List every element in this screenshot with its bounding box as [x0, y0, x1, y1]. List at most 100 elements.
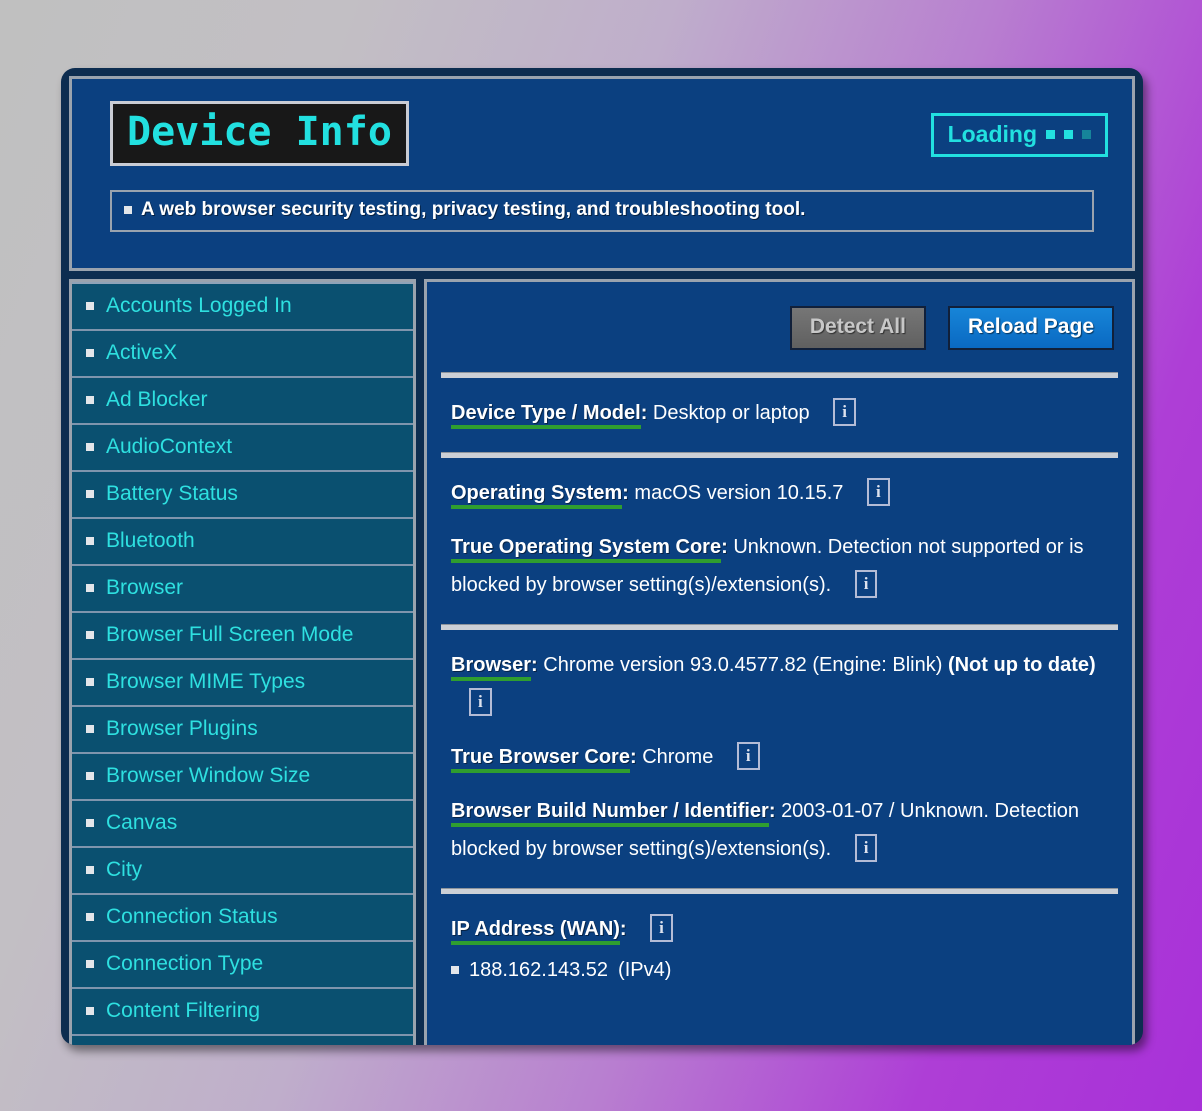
- loading-dot-2: [1064, 130, 1073, 139]
- sidebar-item-label: Bluetooth: [106, 529, 195, 553]
- sidebar-item-label: Browser: [106, 576, 183, 600]
- field-row-true-operating-system-core: True Operating System Core: Unknown. Det…: [451, 528, 1114, 604]
- header-panel: Device Info Loading A web browser securi…: [69, 76, 1135, 271]
- sidebar-item-label: Browser Window Size: [106, 764, 310, 788]
- ip-address-value: 188.162.143.52: [469, 958, 608, 982]
- field-value: Chrome: [642, 746, 713, 768]
- field-label: Browser Build Number / Identifier: [451, 800, 769, 827]
- tagline-text: A web browser security testing, privacy …: [141, 199, 805, 221]
- sidebar-item-connection-type[interactable]: Connection Type: [72, 940, 413, 987]
- ip-address-version: (IPv4): [618, 958, 671, 982]
- info-icon[interactable]: i: [737, 742, 760, 770]
- field-label: Browser: [451, 654, 531, 681]
- sidebar-item-audiocontext[interactable]: AudioContext: [72, 423, 413, 470]
- square-bullet-icon: [86, 725, 94, 733]
- sidebar-item-label: Browser Plugins: [106, 717, 258, 741]
- square-bullet-icon: [86, 584, 94, 592]
- field-row-browser-build-number: Browser Build Number / Identifier: 2003-…: [451, 792, 1114, 868]
- detect-all-button[interactable]: Detect All: [790, 306, 926, 350]
- device-section: Device Type / Model: Desktop or laptop i: [441, 378, 1118, 452]
- sidebar-item-label: Ad Blocker: [106, 388, 208, 412]
- sidebar-item-label: Content Filtering: [106, 999, 260, 1023]
- field-colon: :: [622, 482, 629, 504]
- square-bullet-icon: [86, 1007, 94, 1015]
- tagline-box: A web browser security testing, privacy …: [110, 190, 1094, 232]
- sidebar-item-browser-mime-types[interactable]: Browser MIME Types: [72, 658, 413, 705]
- sidebar-item-label: Browser Full Screen Mode: [106, 623, 353, 647]
- field-row-true-browser-core: True Browser Core: Chrome i: [451, 738, 1114, 776]
- sidebar-item-activex[interactable]: ActiveX: [72, 329, 413, 376]
- field-colon: :: [641, 402, 648, 424]
- square-bullet-icon: [86, 443, 94, 451]
- app-window-frame: Device Info Loading A web browser securi…: [61, 68, 1143, 1045]
- body-split: Accounts Logged In ActiveX Ad Blocker Au…: [69, 279, 1135, 1045]
- square-bullet-icon: [86, 960, 94, 968]
- square-bullet-icon: [86, 537, 94, 545]
- info-icon[interactable]: i: [867, 478, 890, 506]
- field-row-device-type-model: Device Type / Model: Desktop or laptop i: [451, 394, 1114, 432]
- square-bullet-icon: [86, 866, 94, 874]
- sidebar-item-connection-status[interactable]: Connection Status: [72, 893, 413, 940]
- field-value: Chrome version 93.0.4577.82 (Engine: Bli…: [543, 654, 942, 676]
- sidebar-item-label: City: [106, 858, 142, 882]
- reload-page-button[interactable]: Reload Page: [948, 306, 1114, 350]
- browser-section: Browser: Chrome version 93.0.4577.82 (En…: [441, 630, 1118, 888]
- square-bullet-icon: [86, 913, 94, 921]
- sidebar-nav[interactable]: Accounts Logged In ActiveX Ad Blocker Au…: [69, 279, 416, 1045]
- square-bullet-icon: [86, 631, 94, 639]
- square-bullet-icon: [86, 819, 94, 827]
- info-icon[interactable]: i: [855, 570, 878, 598]
- sidebar-item-label: Browser MIME Types: [106, 670, 305, 694]
- field-colon: :: [721, 536, 728, 558]
- sidebar-item-cookies[interactable]: Cookies: [72, 1034, 413, 1045]
- sidebar-item-browser-window-size[interactable]: Browser Window Size: [72, 752, 413, 799]
- sidebar-item-bluetooth[interactable]: Bluetooth: [72, 517, 413, 564]
- info-icon[interactable]: i: [833, 398, 856, 426]
- field-label: True Browser Core: [451, 746, 630, 773]
- info-icon[interactable]: i: [650, 914, 673, 942]
- field-label: True Operating System Core: [451, 536, 721, 563]
- sidebar-item-accounts-logged-in[interactable]: Accounts Logged In: [72, 282, 413, 329]
- page-title: Device Info: [127, 110, 392, 154]
- sidebar-item-ad-blocker[interactable]: Ad Blocker: [72, 376, 413, 423]
- sidebar-item-canvas[interactable]: Canvas: [72, 799, 413, 846]
- field-label: Device Type / Model: [451, 402, 641, 429]
- field-colon: :: [620, 918, 627, 940]
- square-bullet-icon: [124, 206, 132, 214]
- field-colon: :: [531, 654, 538, 676]
- square-bullet-icon: [86, 349, 94, 357]
- square-bullet-icon: [86, 490, 94, 498]
- field-value: Desktop or laptop: [653, 402, 810, 424]
- field-row-ip-address-wan: IP Address (WAN): i 188.162.143.52 (IPv4…: [451, 910, 1114, 982]
- square-bullet-icon: [86, 302, 94, 310]
- field-row-browser: Browser: Chrome version 93.0.4577.82 (En…: [451, 646, 1114, 722]
- sidebar-item-label: Battery Status: [106, 482, 238, 506]
- info-icon[interactable]: i: [855, 834, 878, 862]
- field-value-emphasis: (Not up to date): [948, 654, 1096, 676]
- field-row-operating-system: Operating System: macOS version 10.15.7 …: [451, 474, 1114, 512]
- field-label: IP Address (WAN): [451, 918, 620, 945]
- sidebar-item-city[interactable]: City: [72, 846, 413, 893]
- square-bullet-icon: [86, 772, 94, 780]
- field-colon: :: [769, 800, 776, 822]
- sidebar-item-label: Canvas: [106, 811, 177, 835]
- square-bullet-icon: [86, 678, 94, 686]
- ip-address-section: IP Address (WAN): i 188.162.143.52 (IPv4…: [441, 894, 1118, 1002]
- sidebar-item-browser[interactable]: Browser: [72, 564, 413, 611]
- sidebar-item-browser-full-screen-mode[interactable]: Browser Full Screen Mode: [72, 611, 413, 658]
- loading-status-badge: Loading: [931, 113, 1108, 157]
- main-content-panel: Detect All Reload Page Device Type / Mod…: [424, 279, 1135, 1045]
- info-icon[interactable]: i: [469, 688, 492, 716]
- sidebar-item-label: Connection Status: [106, 905, 278, 929]
- sidebar-item-battery-status[interactable]: Battery Status: [72, 470, 413, 517]
- sidebar-item-label: Connection Type: [106, 952, 263, 976]
- action-button-bar: Detect All Reload Page: [441, 282, 1118, 372]
- square-bullet-icon: [451, 966, 459, 974]
- operating-system-section: Operating System: macOS version 10.15.7 …: [441, 458, 1118, 624]
- sidebar-item-label: ActiveX: [106, 341, 177, 365]
- app-title-box: Device Info: [110, 101, 409, 166]
- sidebar-item-content-filtering[interactable]: Content Filtering: [72, 987, 413, 1034]
- sidebar-item-label: Accounts Logged In: [106, 294, 292, 318]
- sidebar-item-browser-plugins[interactable]: Browser Plugins: [72, 705, 413, 752]
- loading-label: Loading: [948, 121, 1037, 147]
